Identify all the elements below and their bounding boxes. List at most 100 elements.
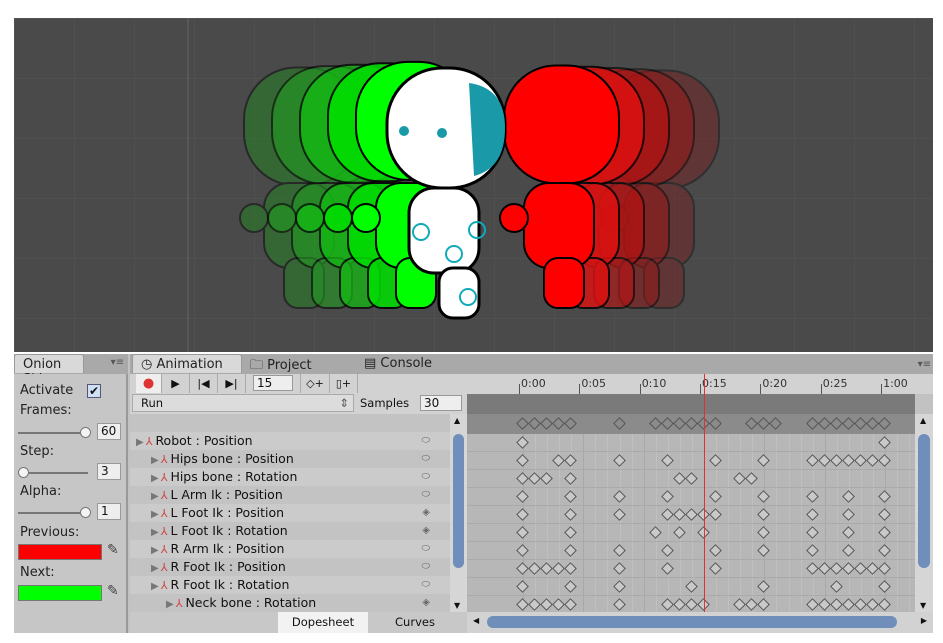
property-row[interactable]: ▶ ⅄ L Foot Ik : Position ◈ — [130, 504, 450, 522]
expand-triangle-icon[interactable]: ▶ — [151, 581, 159, 592]
add-event-button[interactable]: ▯+ — [330, 374, 358, 393]
expand-triangle-icon[interactable]: ▶ — [136, 437, 144, 448]
time-tick — [760, 384, 762, 394]
transform-axis-icon: ⅄ — [160, 543, 168, 556]
clip-dropdown[interactable]: Run ⇕ — [132, 394, 354, 412]
view-mode-tabs: Dopesheet Curves — [130, 612, 467, 633]
prev-keyframe-button[interactable]: |◀ — [190, 374, 218, 393]
curve-oval-icon[interactable]: ⬭ — [421, 558, 430, 576]
keyframe-diamond-icon[interactable]: ◈ — [422, 522, 430, 540]
panel-menu-icon[interactable]: ▾≡ — [918, 359, 931, 370]
scrollbar-thumb[interactable] — [453, 434, 464, 568]
tab-console[interactable]: ▤ Console — [356, 354, 466, 373]
keyframe-diamond-icon[interactable]: ◈ — [422, 594, 430, 612]
dropdown-arrows-icon: ⇕ — [339, 396, 349, 410]
panel-menu-icon[interactable]: ▾≡ — [111, 357, 124, 368]
expand-triangle-icon[interactable]: ▶ — [151, 509, 159, 520]
alpha-slider[interactable] — [18, 507, 91, 518]
scrollbar-thumb[interactable] — [918, 434, 930, 568]
expand-triangle-icon[interactable]: ▶ — [151, 473, 159, 484]
alpha-label: Alpha: — [20, 484, 62, 499]
add-keyframe-button[interactable]: ◇+ — [300, 374, 330, 393]
property-label: ▶ ⅄ L Foot Ik : Position — [151, 505, 285, 520]
curve-oval-icon[interactable]: ⬭ — [421, 540, 430, 558]
playhead[interactable] — [704, 374, 706, 394]
tab-onion-skin[interactable]: Onion Ski — [14, 354, 84, 387]
scroll-right-icon[interactable]: ▶ — [921, 616, 927, 625]
property-row[interactable]: ▶ ⅄ Hips bone : Position ⬭ — [130, 450, 450, 468]
scroll-down-icon[interactable]: ▼ — [454, 601, 460, 610]
property-list-scrollbar[interactable]: ▲ ▼ — [450, 414, 467, 612]
time-ruler[interactable]: 0:00 0:05 0:10 0:15 0:20 0:25 1:00 — [467, 374, 933, 394]
property-label: ▶ ⅄ L Arm Ik : Position — [151, 487, 283, 502]
samples-input[interactable]: 30 — [420, 395, 462, 411]
frames-label: Frames: — [20, 403, 72, 418]
next-keyframe-button[interactable]: ▶| — [218, 374, 246, 393]
expand-triangle-icon[interactable]: ▶ — [151, 455, 159, 466]
step-input[interactable]: 3 — [97, 463, 121, 480]
time-tick-label: 1:00 — [883, 377, 908, 390]
curve-oval-icon[interactable]: ⬭ — [421, 576, 430, 594]
eyedropper-icon[interactable]: ✎ — [107, 542, 119, 558]
time-tick-label: 0:10 — [641, 377, 667, 390]
frames-input[interactable]: 60 — [97, 423, 121, 440]
alpha-slider-knob[interactable] — [80, 507, 91, 518]
activate-label: Activate — [20, 383, 74, 398]
transform-axis-icon: ⅄ — [160, 489, 168, 502]
curve-oval-icon[interactable]: ⬭ — [421, 450, 430, 468]
dopesheet-area[interactable] — [467, 394, 915, 612]
dopesheet-scrollbar[interactable]: ▲ ▼ — [915, 414, 933, 612]
property-row[interactable]: ▶ ⅄ R Arm Ik : Position ⬭ — [130, 540, 450, 558]
eyedropper-icon[interactable]: ✎ — [107, 583, 119, 599]
expand-triangle-icon[interactable]: ▶ — [151, 491, 159, 502]
playhead[interactable] — [704, 394, 706, 612]
tab-project[interactable]: 🗀 Project — [242, 354, 352, 373]
scene-viewport[interactable] — [14, 18, 933, 352]
time-tick — [519, 384, 520, 394]
scrollbar-thumb[interactable] — [487, 616, 897, 628]
frames-slider-knob[interactable] — [80, 427, 91, 438]
scroll-up-icon[interactable]: ▲ — [920, 416, 926, 425]
step-slider[interactable] — [18, 467, 88, 478]
frame-input[interactable]: 15 — [253, 375, 293, 391]
curve-oval-icon[interactable]: ⬭ — [421, 432, 430, 450]
folder-icon: 🗀 — [250, 358, 268, 373]
previous-color-swatch[interactable] — [18, 544, 102, 560]
scroll-down-icon[interactable]: ▼ — [920, 601, 926, 610]
event-lane[interactable] — [467, 394, 915, 414]
onion-skin-panel: Activate ✔ Frames: 60 Step: 3 Alpha: 1 P… — [14, 374, 128, 633]
step-slider-knob[interactable] — [18, 467, 29, 478]
expand-triangle-icon[interactable]: ▶ — [151, 545, 159, 556]
horizontal-scrollbar[interactable]: ◀ ▶ — [467, 612, 933, 633]
record-button[interactable]: ● — [136, 374, 162, 393]
property-label: ▶ ⅄ R Foot Ik : Rotation — [151, 577, 290, 592]
keyframe-row — [467, 434, 915, 452]
curve-oval-icon[interactable]: ⬭ — [421, 468, 430, 486]
keyframe-diamond-icon[interactable]: ◈ — [422, 504, 430, 522]
property-row[interactable]: ▶ ⅄ R Foot Ik : Position ⬭ — [130, 558, 450, 576]
tab-animation[interactable]: ◷ Animation — [132, 354, 242, 373]
expand-triangle-icon[interactable]: ▶ — [166, 599, 174, 610]
curve-oval-icon[interactable]: ⬭ — [421, 486, 430, 504]
previous-label: Previous: — [20, 525, 80, 540]
property-label: ▶ ⅄ R Foot Ik : Position — [151, 559, 286, 574]
expand-triangle-icon[interactable]: ▶ — [151, 527, 159, 538]
alpha-input[interactable]: 1 — [97, 503, 121, 520]
property-row[interactable]: ▶ ⅄ L Foot Ik : Rotation ◈ — [130, 522, 450, 540]
tab-curves[interactable]: Curves — [370, 612, 460, 633]
tab-dopesheet[interactable]: Dopesheet — [278, 612, 368, 633]
scroll-left-icon[interactable]: ◀ — [473, 616, 479, 625]
property-row[interactable]: ▶ ⅄ L Arm Ik : Position ⬭ — [130, 486, 450, 504]
play-button[interactable]: ▶ — [162, 374, 190, 393]
frames-slider[interactable] — [18, 427, 91, 438]
property-row[interactable]: ▶ ⅄ R Foot Ik : Rotation ⬭ — [130, 576, 450, 594]
expand-triangle-icon[interactable]: ▶ — [151, 563, 159, 574]
property-label: ▶ ⅄ Robot : Position — [136, 433, 253, 448]
property-row[interactable]: ▶ ⅄ Robot : Position ⬭ — [130, 432, 450, 450]
robot-onion-skin-preview — [14, 18, 933, 352]
property-row[interactable]: ▶ ⅄ Neck bone : Rotation ◈ — [130, 594, 450, 612]
next-color-swatch[interactable] — [18, 585, 102, 601]
scroll-up-icon[interactable]: ▲ — [454, 416, 460, 425]
activate-checkbox[interactable]: ✔ — [87, 384, 101, 398]
property-row[interactable]: ▶ ⅄ Hips bone : Rotation ⬭ — [130, 468, 450, 486]
